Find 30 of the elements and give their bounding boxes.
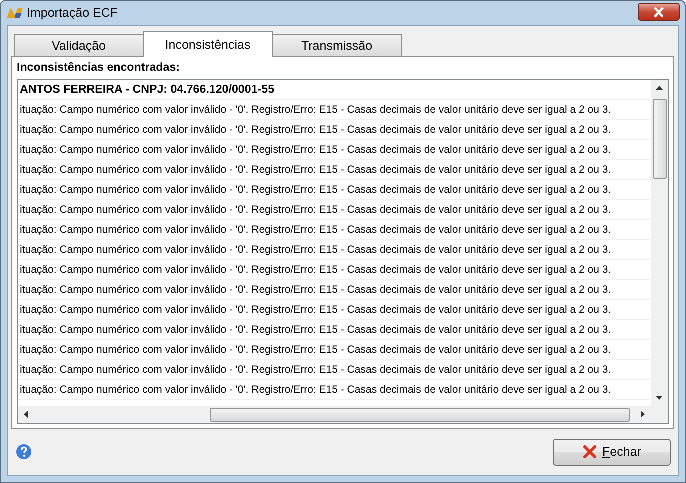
list-item: ituação: Campo numérico com valor inválido - '0'. Registro/Erro: E15 - Casas decimais de valor unitário deve ser igual a 2 ou 3. [18, 300, 651, 320]
tab[interactable]: Validação [14, 34, 144, 56]
list-label: Inconsistências encontradas: [17, 61, 182, 76]
close-dialog-button[interactable]: Fechar [553, 438, 671, 466]
close-button[interactable] [638, 3, 680, 21]
tab[interactable]: Transmissão [272, 34, 402, 56]
list-item: ituação: Campo numérico com valor inválido - '0'. Registro/Erro: E15 - Casas decimais de valor unitário deve ser igual a 2 ou 3. [18, 380, 651, 400]
help-icon[interactable] [16, 444, 32, 460]
list-item: ituação: Campo numérico com valor inválido - '0'. Registro/Erro: E15 - Casas decimais de valor unitário deve ser igual a 2 ou 3. [18, 320, 651, 340]
list-item: ituação: Campo numérico com valor inválido - '0'. Registro/Erro: E15 - Casas decimais de valor unitário deve ser igual a 2 ou 3. [18, 100, 651, 120]
window-title: Importação ECF [27, 6, 118, 20]
list-item: ituação: Campo numérico com valor inválido - '0'. Registro/Erro: E15 - Casas decimais de valor unitário deve ser igual a 2 ou 3. [18, 160, 651, 180]
list-item: ituação: Campo numérico com valor inválido - '0'. Registro/Erro: E15 - Casas decimais de valor unitário deve ser igual a 2 ou 3. [18, 340, 651, 360]
list-item: ituação: Campo numérico com valor inválido - '0'. Registro/Erro: E15 - Casas decimais de valor unitário deve ser igual a 2 ou 3. [18, 200, 651, 220]
list-item: ituação: Campo numérico com valor inválido - '0'. Registro/Erro: E15 - Casas decimais de valor unitário deve ser igual a 2 ou 3. [18, 180, 651, 200]
tab[interactable]: Inconsistências [143, 31, 273, 57]
x-icon [582, 445, 597, 459]
list-item: ituação: Campo numérico com valor inválido - '0'. Registro/Erro: E15 - Casas decimais de valor unitário deve ser igual a 2 ou 3. [18, 360, 651, 380]
list-item: ituação: Campo numérico com valor inválido - '0'. Registro/Erro: E15 - Casas decimais de valor unitário deve ser igual a 2 ou 3. [18, 240, 651, 260]
list-item: ituação: Campo numérico com valor inválido - '0'. Registro/Erro: E15 - Casas decimais de valor unitário deve ser igual a 2 ou 3. [18, 260, 651, 280]
list-item: ituação: Campo numérico com valor inválido - '0'. Registro/Erro: E15 - Casas decimais de valor unitário deve ser igual a 2 ou 3. [18, 140, 651, 160]
logo-icon [7, 7, 23, 19]
list-item: ituação: Campo numérico com valor inválido - '0'. Registro/Erro: E15 - Casas decimais de valor unitário deve ser igual a 2 ou 3. [18, 220, 651, 240]
close-icon [653, 6, 665, 18]
horizontal-scroll-thumb[interactable] [210, 408, 630, 422]
list-item: ituação: Campo numérico com valor inválido - '0'. Registro/Erro: E15 - Casas decimais de valor unitário deve ser igual a 2 ou 3. [18, 280, 651, 300]
list-item: ituação: Campo numérico com valor inválido - '0'. Registro/Erro: E15 - Casas decimais de valor unitário deve ser igual a 2 ou 3. [18, 120, 651, 140]
vertical-scroll-thumb[interactable] [652, 99, 666, 179]
company-header: ANTOS FERREIRA - CNPJ: 04.766.120/0001-55 [18, 80, 651, 100]
inconsistency-list[interactable] [17, 79, 669, 424]
